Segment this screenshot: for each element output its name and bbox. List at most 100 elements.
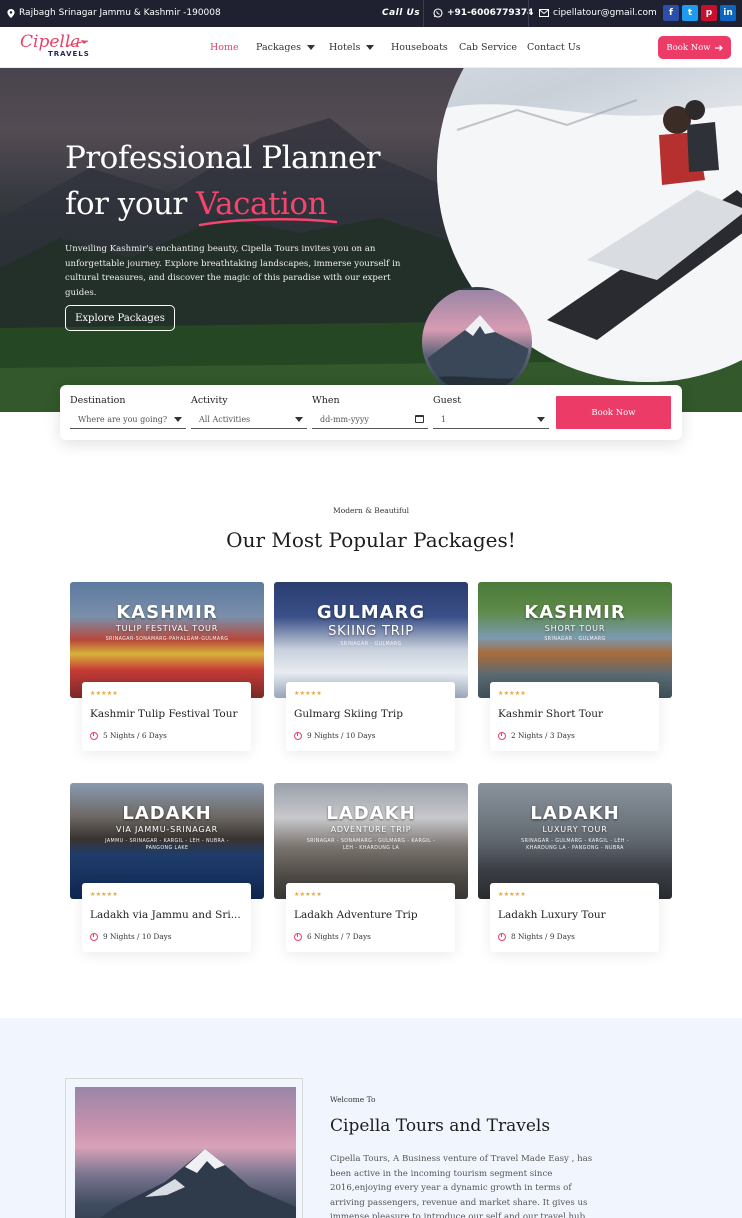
package-image-route: SRINAGAR - GULMARG bbox=[544, 637, 606, 642]
package-duration-text: 2 Nights / 3 Days bbox=[511, 731, 575, 740]
guest-label: Guest bbox=[433, 395, 462, 406]
nav-cab-service[interactable]: Cab Service bbox=[459, 42, 517, 53]
package-card[interactable]: LADAKH ADVENTURE TRIP SRINAGAR - SONAMAR… bbox=[274, 783, 468, 953]
whatsapp-icon bbox=[433, 8, 443, 18]
hero-title-line1: Professional Planner bbox=[65, 140, 381, 176]
package-image-route: SRINAGAR - GULMARG - KARGIL - LEH - KHAR… bbox=[521, 839, 629, 851]
book-now-button[interactable]: Book Now bbox=[658, 36, 731, 59]
activity-label: Activity bbox=[191, 395, 228, 406]
nav-contact-us[interactable]: Contact Us bbox=[527, 42, 581, 53]
divider bbox=[423, 0, 424, 27]
destination-value: Where are you going? bbox=[78, 414, 168, 424]
nav-cab-service-label: Cab Service bbox=[459, 42, 518, 53]
chevron-down-icon bbox=[295, 416, 303, 422]
logo[interactable]: Cipella TRAVELS bbox=[20, 32, 90, 62]
hero-section: Professional Planner for your Vacation U… bbox=[0, 68, 742, 412]
date-input[interactable]: dd-mm-yyyy bbox=[312, 410, 428, 429]
date-value: dd-mm-yyyy bbox=[320, 414, 369, 424]
package-title[interactable]: Kashmir Tulip Festival Tour bbox=[90, 708, 245, 720]
chevron-down-icon bbox=[366, 45, 375, 50]
nav-hotels[interactable]: Hotels bbox=[329, 42, 375, 53]
package-image-route: SRINAGAR-SONAMARG-PAHALGAM-GULMARG bbox=[105, 637, 229, 642]
activity-value: All Activities bbox=[199, 414, 251, 424]
clock-icon bbox=[498, 731, 506, 740]
package-title[interactable]: Ladakh Adventure Trip bbox=[294, 909, 449, 921]
package-card[interactable]: KASHMIR TULIP FESTIVAL TOUR SRINAGAR-SON… bbox=[70, 582, 264, 752]
email-link[interactable]: cipellatour@gmail.com bbox=[539, 8, 657, 18]
nav-contact-us-label: Contact Us bbox=[527, 42, 581, 53]
facebook-icon[interactable]: f bbox=[663, 5, 679, 21]
mountain-peak bbox=[100, 1149, 296, 1218]
chevron-down-icon bbox=[537, 416, 545, 422]
package-duration-text: 9 Nights / 10 Days bbox=[103, 932, 172, 941]
destination-select[interactable]: Where are you going? bbox=[70, 410, 186, 429]
search-book-now-button[interactable]: Book Now bbox=[556, 396, 671, 429]
book-now-label: Book Now bbox=[666, 42, 711, 53]
package-image-subtitle: SKIING TRIP bbox=[328, 624, 414, 639]
nav-houseboats[interactable]: Houseboats bbox=[391, 42, 448, 53]
package-image-subtitle: SHORT TOUR bbox=[544, 624, 606, 633]
linkedin-icon[interactable]: in bbox=[720, 5, 736, 21]
twitter-icon[interactable]: t bbox=[682, 5, 698, 21]
package-image-title: LADAKH bbox=[530, 803, 620, 824]
explore-packages-button[interactable]: Explore Packages bbox=[65, 305, 175, 331]
package-duration-text: 6 Nights / 7 Days bbox=[307, 932, 371, 941]
destination-label: Destination bbox=[70, 395, 126, 406]
package-duration-text: 8 Nights / 9 Days bbox=[511, 932, 575, 941]
rating-stars: ★★★★★ bbox=[498, 891, 526, 898]
nav-houseboats-label: Houseboats bbox=[391, 42, 448, 53]
package-title[interactable]: Ladakh via Jammu and Sri... bbox=[90, 909, 245, 921]
destination-field: Destination Where are you going? bbox=[70, 395, 186, 429]
package-image: LADAKH VIA JAMMU-SRINAGAR JAMMU - SRINAG… bbox=[70, 783, 264, 899]
phone-text: +91-6006779374 bbox=[447, 8, 534, 18]
package-image-route: SRINAGAR - SONAMARG - GULMARG - KARGIL -… bbox=[306, 839, 436, 851]
accent-underline bbox=[198, 218, 338, 227]
calendar-icon[interactable] bbox=[415, 415, 424, 423]
envelope-icon bbox=[539, 9, 549, 17]
package-card[interactable]: GULMARG SKIING TRIP SRINAGAR - GULMARG ★… bbox=[274, 582, 468, 752]
booking-search: Destination Where are you going? Activit… bbox=[60, 385, 682, 440]
package-card[interactable]: KASHMIR SHORT TOUR SRINAGAR - GULMARG ★★… bbox=[478, 582, 672, 752]
package-info: ★★★★★ Kashmir Short Tour 2 Nights / 3 Da… bbox=[490, 682, 659, 751]
package-card[interactable]: LADAKH LUXURY TOUR SRINAGAR - GULMARG - … bbox=[478, 783, 672, 953]
address-text: Rajbagh Srinagar Jammu & Kashmir -190008 bbox=[19, 8, 221, 18]
package-image-subtitle: ADVENTURE TRIP bbox=[330, 825, 412, 834]
package-duration: 5 Nights / 6 Days bbox=[90, 731, 167, 740]
chevron-down-icon bbox=[174, 416, 182, 422]
nav-home[interactable]: Home bbox=[210, 42, 239, 53]
when-label: When bbox=[312, 395, 340, 406]
pinterest-icon[interactable]: p bbox=[701, 5, 717, 21]
package-title[interactable]: Gulmarg Skiing Trip bbox=[294, 708, 449, 720]
package-title[interactable]: Kashmir Short Tour bbox=[498, 708, 653, 720]
phone-link[interactable]: +91-6006779374 bbox=[433, 8, 533, 18]
location-pin-icon bbox=[7, 8, 15, 18]
nav-hotels-label: Hotels bbox=[329, 42, 361, 53]
activity-select[interactable]: All Activities bbox=[191, 410, 307, 429]
package-image: LADAKH ADVENTURE TRIP SRINAGAR - SONAMAR… bbox=[274, 783, 468, 899]
package-info: ★★★★★ Gulmarg Skiing Trip 9 Nights / 10 … bbox=[286, 682, 455, 751]
package-info: ★★★★★ Ladakh via Jammu and Sri... 9 Nigh… bbox=[82, 883, 251, 952]
about-section: Welcome To Cipella Tours and Travels Cip… bbox=[0, 1018, 742, 1218]
package-duration: 9 Nights / 10 Days bbox=[90, 932, 172, 941]
rating-stars: ★★★★★ bbox=[294, 690, 322, 697]
package-info: ★★★★★ Kashmir Tulip Festival Tour 5 Nigh… bbox=[82, 682, 251, 751]
main-nav: Cipella TRAVELS Home Packages Hotels Hou… bbox=[0, 27, 742, 68]
call-us-label: Call Us bbox=[382, 8, 421, 18]
guest-select[interactable]: 1 bbox=[433, 410, 549, 429]
package-title[interactable]: Ladakh Luxury Tour bbox=[498, 909, 653, 921]
clock-icon bbox=[294, 731, 302, 740]
package-card[interactable]: LADAKH VIA JAMMU-SRINAGAR JAMMU - SRINAG… bbox=[70, 783, 264, 953]
guest-field: Guest 1 bbox=[433, 395, 549, 429]
clock-icon bbox=[294, 932, 302, 941]
hero-paragraph: Unveiling Kashmir's enchanting beauty, C… bbox=[65, 244, 401, 298]
clock-icon bbox=[90, 932, 98, 941]
about-mountain-photo bbox=[75, 1087, 296, 1218]
package-image-subtitle: LUXURY TOUR bbox=[542, 825, 608, 834]
package-image-title: KASHMIR bbox=[116, 602, 218, 623]
package-image: KASHMIR TULIP FESTIVAL TOUR SRINAGAR-SON… bbox=[70, 582, 264, 698]
package-image-title: GULMARG bbox=[316, 602, 426, 623]
when-field: When dd-mm-yyyy bbox=[312, 395, 428, 429]
nav-packages[interactable]: Packages bbox=[256, 42, 315, 53]
top-bar: Rajbagh Srinagar Jammu & Kashmir -190008… bbox=[0, 0, 742, 27]
package-image: GULMARG SKIING TRIP SRINAGAR - GULMARG bbox=[274, 582, 468, 698]
